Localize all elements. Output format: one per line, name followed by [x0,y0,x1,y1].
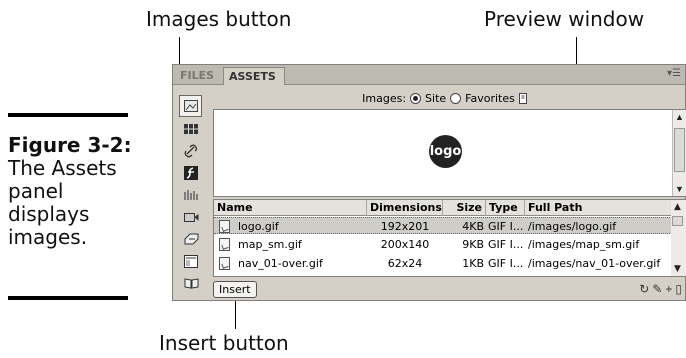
preview-scroll-thumb[interactable] [674,128,685,172]
insert-button-callout: Insert button [159,331,289,355]
cell-name: nav_01-over.gif [238,257,323,270]
figure-number: Figure 3-2: [8,133,132,157]
cell-type: GIF I... [488,238,524,251]
image-file-icon [219,220,230,233]
table-row[interactable]: nav_01-over.gif 62x24 1KB GIF I... /imag… [214,255,672,272]
cell-size: 9KB [462,238,484,251]
image-file-icon [219,257,230,270]
figure-caption: Figure 3-2: The Assets panel displays im… [8,134,140,249]
column-header-full-path[interactable]: Full Path [525,200,672,216]
tab-files[interactable]: FILES [175,67,219,85]
scroll-down-arrow-icon[interactable]: ▼ [673,182,686,196]
scroll-down-arrow-icon[interactable]: ▼ [671,262,684,276]
images-label: Images: [362,91,407,105]
colors-icon[interactable] [180,118,202,140]
bottom-icon-group: ↻✎+▯ [639,282,685,296]
scripts-icon[interactable] [180,228,202,250]
table-header: Name Dimensions Size Type Full Path [214,200,672,216]
site-radio[interactable] [410,92,422,104]
table-row[interactable]: map_sm.gif 200x140 9KB GIF I... /images/… [214,236,672,253]
assets-table: Name Dimensions Size Type Full Path logo… [213,199,686,277]
table-scroll-thumb[interactable] [672,216,683,226]
panel-tab-bar: FILES ASSETS ▾☰ [173,65,685,85]
image-file-icon [219,238,230,251]
caption-bottom-rule [8,296,128,300]
favorites-icon [518,92,527,104]
favorites-radio[interactable] [450,92,462,104]
column-header-type[interactable]: Type [486,200,525,216]
templates-icon[interactable] [180,250,202,272]
cell-type: GIF I... [488,257,524,270]
panel-bottom-bar: Insert ↻✎+▯ [213,279,686,301]
site-radio-label[interactable]: Site [425,92,446,105]
logo-preview-image: logo [429,135,462,168]
images-button-callout: Images button [146,7,292,31]
cell-dimensions: 62x24 [387,257,423,270]
cell-dimensions: 200x140 [380,238,430,251]
refresh-icon[interactable]: ↻ [639,282,652,296]
table-row[interactable]: logo.gif 192x201 4KB GIF I... /images/lo… [214,217,672,234]
preview-scrollbar[interactable]: ▲ ▼ [672,110,686,196]
cell-type: GIF I... [488,220,524,233]
library-icon[interactable] [180,272,202,294]
table-scrollbar-track[interactable]: ▲ ▼ [671,200,686,276]
cell-size: 1KB [462,257,484,270]
scroll-up-arrow-icon[interactable]: ▲ [673,110,686,124]
flash-icon[interactable] [180,162,202,184]
images-toolbar: Images: Site Favorites [213,88,677,108]
cell-full-path: /images/map_sm.gif [528,238,640,251]
cell-size: 4KB [462,220,484,233]
scroll-up-arrow-icon[interactable]: ▲ [671,200,684,214]
images-icon[interactable] [179,95,202,117]
figure-caption-text: The Assets panel displays images. [8,156,117,249]
column-header-name[interactable]: Name [214,200,367,216]
movies-icon[interactable] [180,206,202,228]
cell-name: logo.gif [238,220,279,233]
panel-options-icon[interactable]: ▾☰ [667,68,681,79]
tab-assets[interactable]: ASSETS [223,67,285,85]
cell-full-path: /images/nav_01-over.gif [528,257,661,270]
preview-window-callout: Preview window [484,7,645,31]
column-header-dimensions[interactable]: Dimensions [367,200,443,216]
preview-window: logo ▲ ▼ [213,109,686,197]
shockwave-icon[interactable] [180,184,202,206]
cell-name: map_sm.gif [238,238,302,251]
table-scrollbar[interactable]: ▲ ▼ [671,200,686,276]
urls-icon[interactable] [180,140,202,162]
insert-button[interactable]: Insert [213,281,257,298]
cell-full-path: /images/logo.gif [528,220,617,233]
caption-top-rule [8,113,128,117]
add-to-favorites-icon[interactable]: +▯ [665,282,685,296]
column-header-size[interactable]: Size [443,200,486,216]
cell-dimensions: 192x201 [380,220,430,233]
edit-icon[interactable]: ✎ [652,282,665,296]
asset-category-sidebar [177,89,207,295]
favorites-radio-label[interactable]: Favorites [465,92,515,105]
assets-panel: FILES ASSETS ▾☰ Images: Site Favorites l… [172,64,686,301]
